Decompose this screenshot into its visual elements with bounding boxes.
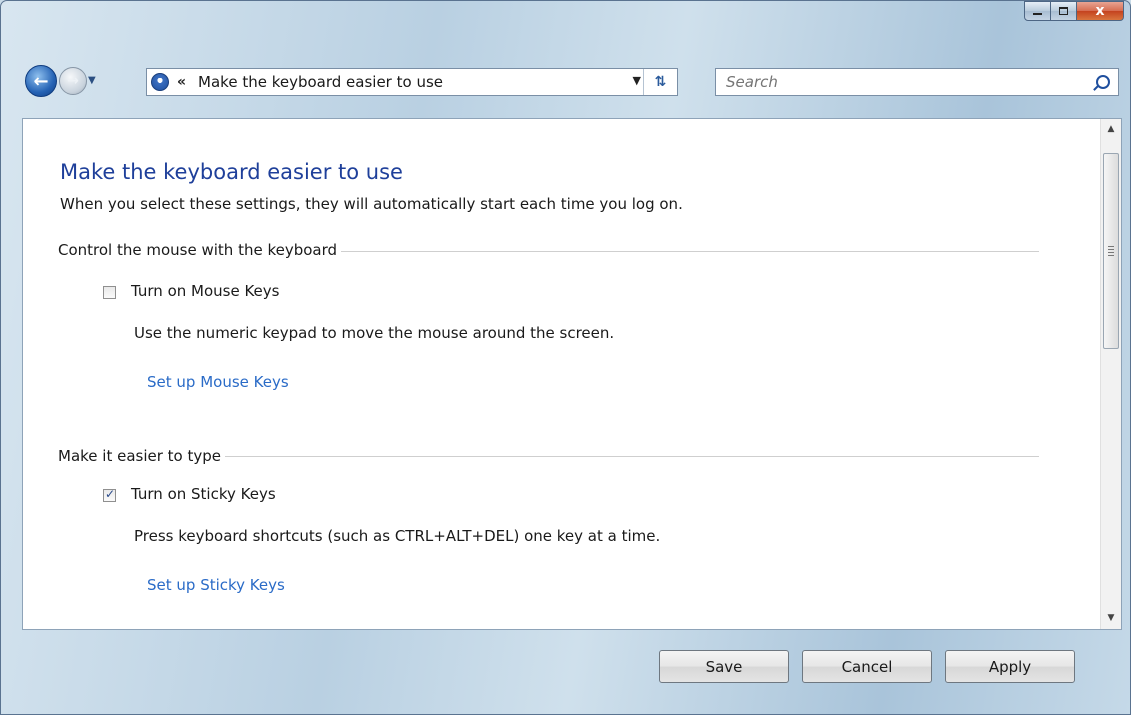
sticky-keys-label[interactable]: Turn on Sticky Keys	[131, 485, 276, 503]
breadcrumb-overflow-icon[interactable]: «	[177, 74, 186, 90]
window: x ← → ▼ « Make the keyboard easier to us…	[0, 0, 1131, 715]
close-icon: x	[1095, 3, 1105, 19]
scrollbar-thumb[interactable]	[1103, 153, 1119, 349]
mouse-keys-label[interactable]: Turn on Mouse Keys	[131, 282, 279, 300]
history-dropdown-icon[interactable]: ▼	[88, 75, 96, 86]
save-button[interactable]: Save	[659, 650, 789, 683]
search-box[interactable]	[715, 68, 1119, 96]
breadcrumb-current[interactable]: Make the keyboard easier to use	[198, 73, 443, 91]
section-heading-mouse: Control the mouse with the keyboard	[58, 241, 342, 259]
back-button[interactable]: ←	[25, 65, 57, 97]
maximize-icon	[1059, 7, 1068, 15]
set-up-sticky-keys-link[interactable]: Set up Sticky Keys	[147, 576, 285, 594]
search-input[interactable]	[724, 72, 1068, 92]
navigation-bar: ← → ▼ « Make the keyboard easier to use …	[21, 65, 1121, 105]
close-button[interactable]: x	[1077, 1, 1124, 21]
vertical-scrollbar[interactable]: ▲ ▼	[1100, 119, 1121, 629]
back-arrow-icon: ←	[33, 70, 49, 92]
address-dropdown-icon[interactable]: ▼	[633, 74, 641, 87]
minimize-button[interactable]	[1024, 1, 1051, 21]
scroll-up-icon[interactable]: ▲	[1101, 121, 1121, 138]
sticky-keys-description: Press keyboard shortcuts (such as CTRL+A…	[134, 527, 661, 545]
page-subtitle: When you select these settings, they wil…	[60, 195, 683, 213]
scroll-down-icon[interactable]: ▼	[1101, 610, 1121, 627]
search-icon[interactable]	[1096, 75, 1110, 89]
address-bar[interactable]: « Make the keyboard easier to use ▼ ⇅	[146, 68, 678, 96]
content-pane: Make the keyboard easier to use When you…	[22, 118, 1122, 630]
refresh-button[interactable]: ⇅	[643, 69, 677, 95]
grip-icon	[1108, 246, 1114, 258]
mouse-keys-checkbox[interactable]	[103, 286, 116, 299]
control-panel-icon	[151, 73, 169, 91]
forward-arrow-icon: →	[67, 73, 79, 89]
page-title: Make the keyboard easier to use	[60, 160, 403, 184]
mouse-keys-description: Use the numeric keypad to move the mouse…	[134, 324, 615, 342]
caption-buttons: x	[1024, 1, 1124, 21]
apply-button[interactable]: Apply	[945, 650, 1075, 683]
minimize-icon	[1033, 13, 1042, 15]
footer-bar: Save Cancel Apply	[22, 630, 1122, 708]
set-up-mouse-keys-link[interactable]: Set up Mouse Keys	[147, 373, 289, 391]
forward-button[interactable]: →	[59, 67, 87, 95]
sticky-keys-checkbox[interactable]	[103, 487, 116, 502]
refresh-icon: ⇅	[654, 74, 667, 90]
section-heading-typing: Make it easier to type	[58, 447, 226, 465]
maximize-button[interactable]	[1051, 1, 1077, 21]
cancel-button[interactable]: Cancel	[802, 650, 932, 683]
